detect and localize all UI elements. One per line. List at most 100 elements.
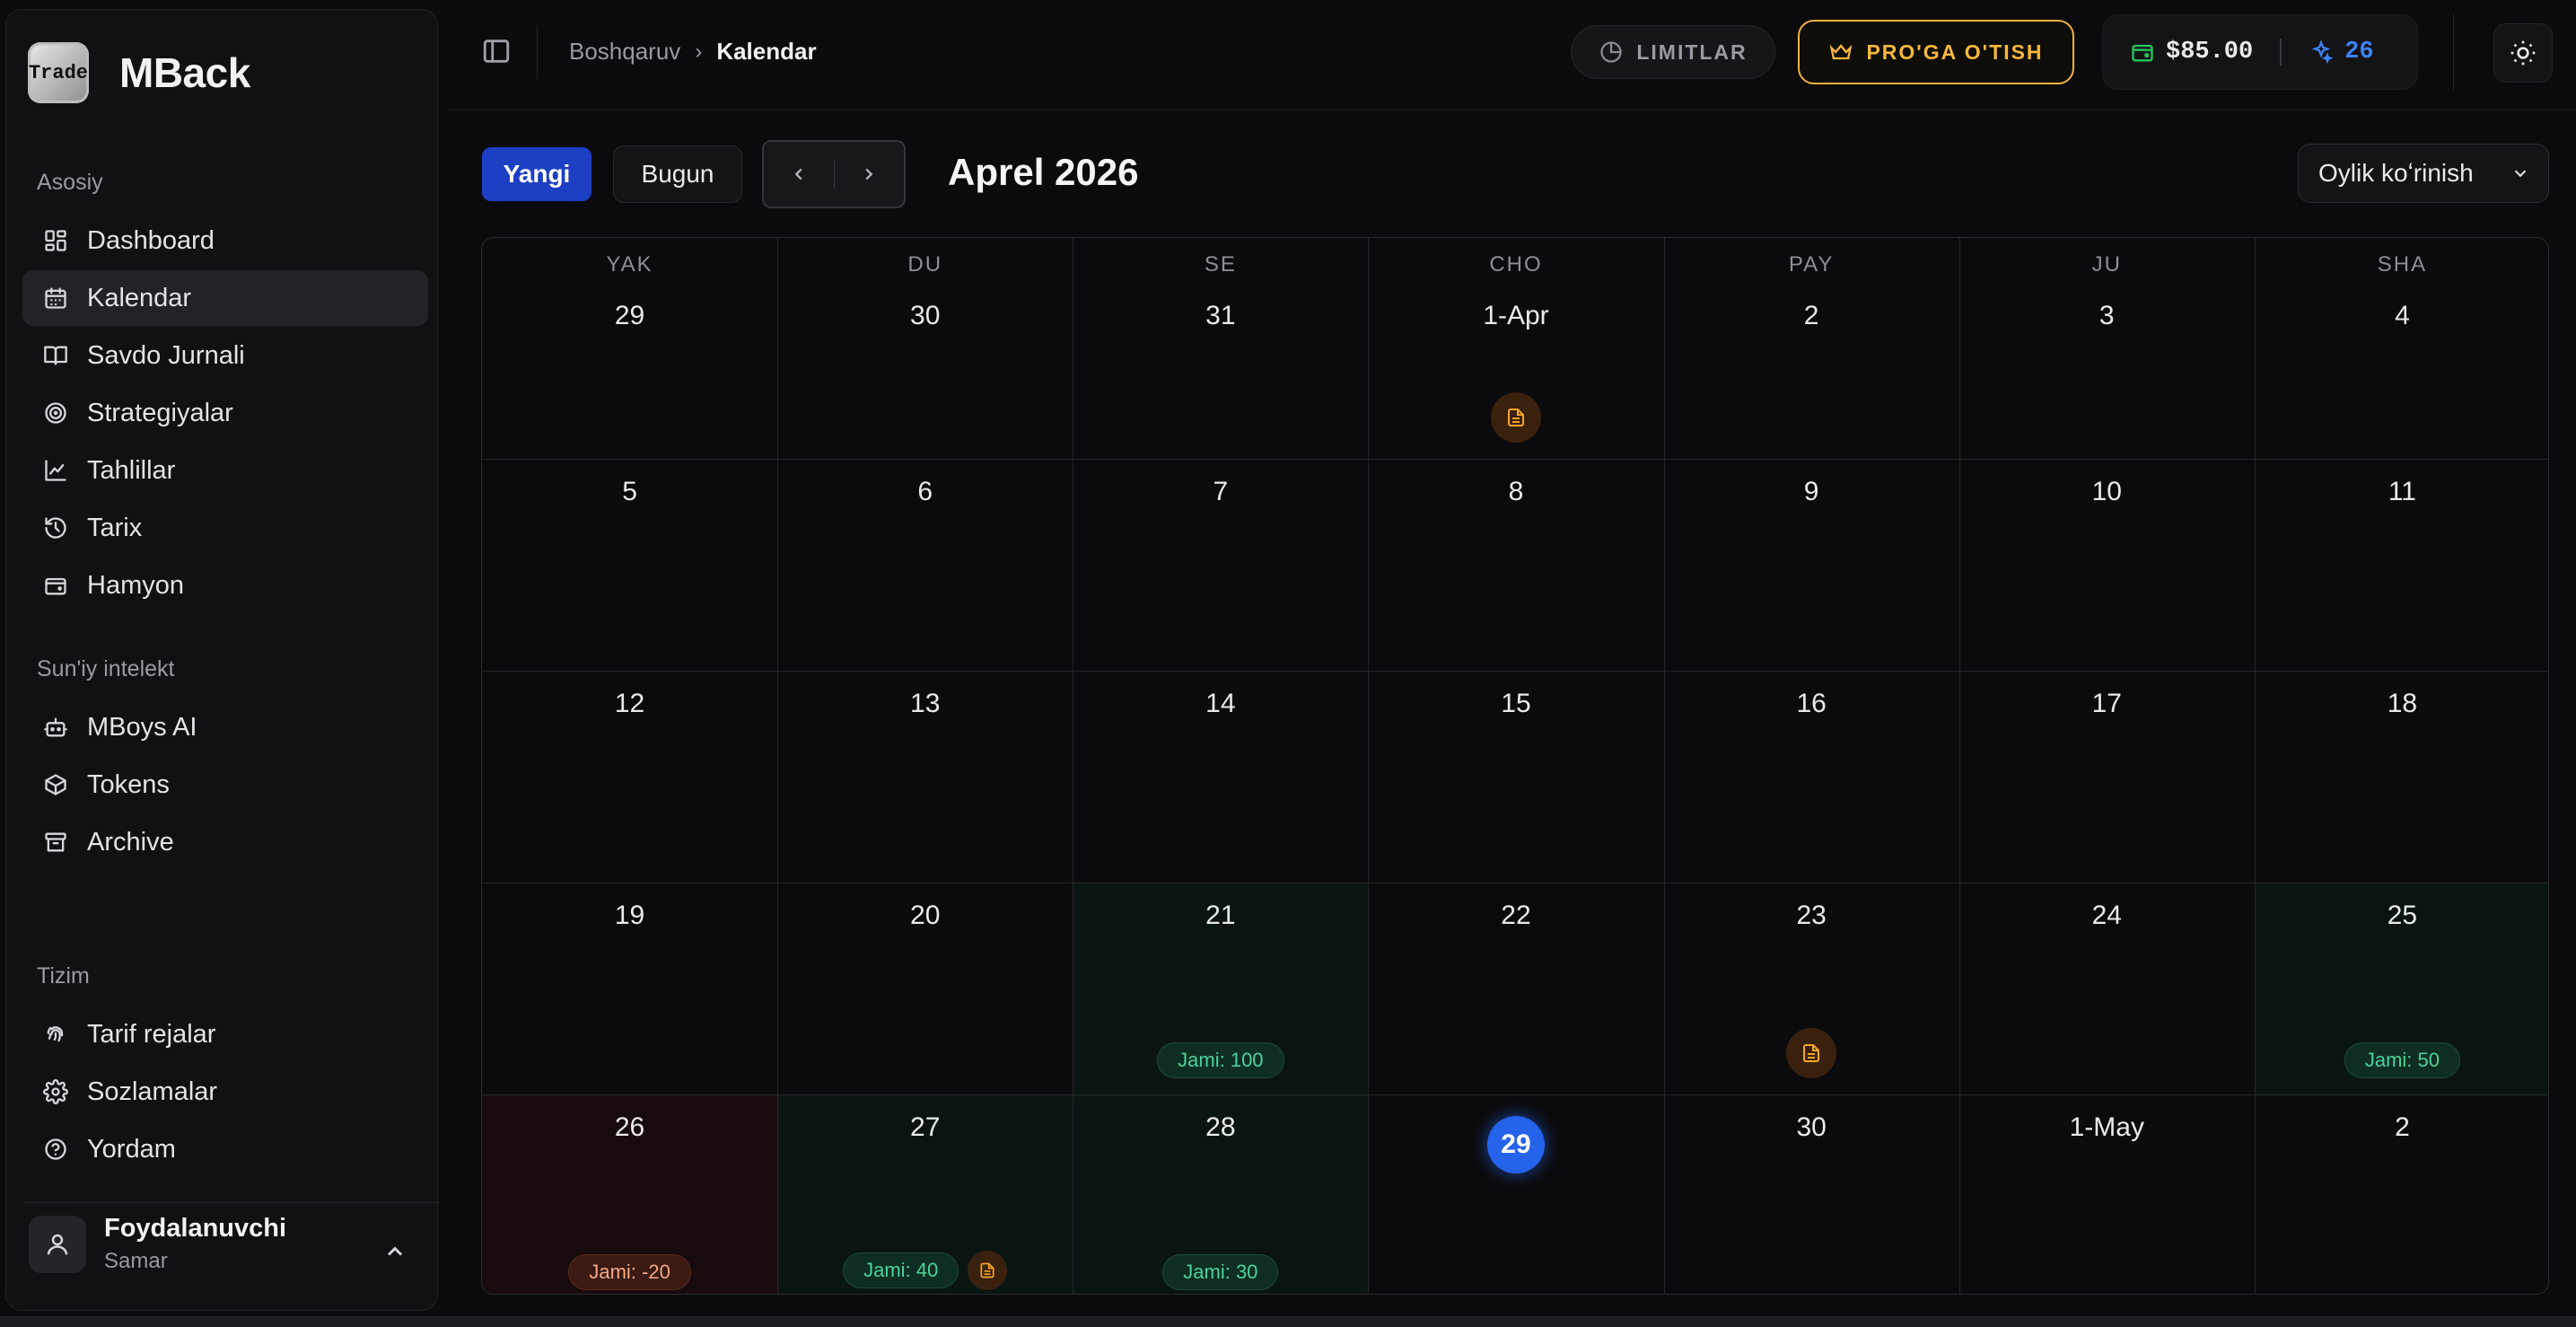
calendar-day-cell[interactable]: 6 [777, 459, 1073, 671]
sidebar-item-tarix[interactable]: Tarix [22, 500, 428, 556]
sidebar-item-label: Hamyon [87, 570, 184, 600]
user-name: Foydalanuvchi [104, 1214, 287, 1243]
upgrade-pro-button[interactable]: PRO'GA O'TISH [1798, 20, 2074, 84]
journal-note-icon[interactable] [1490, 392, 1541, 443]
sidebar: Trade MBack Asosiy Dashboard Kalendar Savdo… [5, 9, 441, 1311]
user-avatar-icon [29, 1215, 86, 1273]
grid-line [1368, 238, 1369, 1294]
calendar-grid: YAK DU SE CHO PAY JU SHA 29 30 31 1-Apr 2 3 4 5 6 7 8 9 10 1… [481, 237, 2549, 1295]
chevron-up-icon[interactable] [382, 1239, 407, 1269]
calendar-day-cell[interactable]: 30 [1664, 1094, 1959, 1294]
calendar-day-cell[interactable]: 20 [777, 883, 1073, 1094]
breadcrumb-parent[interactable]: Boshqaruv [569, 38, 680, 66]
calendar-day-cell[interactable]: 31 [1073, 238, 1368, 459]
calendar-day-cell[interactable]: 15 [1368, 671, 1663, 883]
sidebar-item-label: Strategiyalar [87, 398, 233, 427]
user-subtitle: Samar [104, 1249, 168, 1273]
daily-total-badge[interactable]: Jami: 40 [843, 1252, 959, 1288]
calendar-day-cell[interactable]: 5 [482, 459, 777, 671]
new-event-button[interactable]: Yangi [482, 147, 591, 201]
pro-label: PRO'GA O'TISH [1866, 40, 2044, 64]
calendar-day-cell[interactable]: 23 [1664, 883, 1959, 1094]
calendar-day-cell[interactable]: 4 [2255, 238, 2548, 459]
sidebar-item-tarif-rejalar[interactable]: Tarif rejalar [22, 1006, 428, 1062]
calendar-day-cell[interactable]: 30 [777, 238, 1073, 459]
sidebar-toggle-icon[interactable] [481, 36, 512, 71]
sidebar-item-savdo-jurnali[interactable]: Savdo Jurnali [22, 328, 428, 383]
sidebar-item-mboys-ai[interactable]: MBoys AI [22, 699, 428, 755]
daily-total-badge[interactable]: Jami: 30 [1162, 1254, 1279, 1290]
section-label: Sun'iy intelekt [37, 656, 175, 681]
calendar-day-cell[interactable]: 3 [1959, 238, 2255, 459]
journal-note-icon[interactable] [968, 1251, 1008, 1290]
sidebar-item-label: MBoys AI [87, 712, 197, 742]
view-select[interactable]: Oylik koʻrinish [2298, 144, 2549, 203]
logo: Trade [28, 42, 89, 103]
grid-line [1959, 238, 1960, 1294]
cell-footer: Jami: 50 [2255, 1042, 2548, 1078]
help-icon [42, 1136, 69, 1163]
calendar-day-cell[interactable]: 17 [1959, 671, 2255, 883]
limits-label: LIMITLAR [1636, 40, 1748, 64]
calendar-day-cell[interactable]: 22 [1368, 883, 1663, 1094]
day-number: 7 [1213, 477, 1229, 506]
sidebar-item-strategiyalar[interactable]: Strategiyalar [22, 385, 428, 441]
calendar-day-cell[interactable]: 26 Jami: -20 [482, 1094, 778, 1294]
day-number: 12 [614, 689, 645, 718]
calendar-day-cell[interactable]: 19 [482, 883, 777, 1094]
limits-button[interactable]: LIMITLAR [1571, 25, 1775, 79]
calendar-day-cell[interactable]: 14 [1073, 671, 1368, 883]
next-month-button[interactable] [835, 142, 905, 207]
calendar-day-cell[interactable]: 29 [1368, 1094, 1663, 1294]
sidebar-item-tahlillar[interactable]: Tahlillar [22, 443, 428, 498]
calendar-day-cell[interactable]: 25 Jami: 50 [2254, 883, 2548, 1094]
calendar-day-cell[interactable]: 12 [482, 671, 777, 883]
pie-chart-icon [1600, 41, 1623, 63]
calendar-day-cell[interactable]: 21 Jami: 100 [1073, 883, 1369, 1094]
sidebar-item-sozlamalar[interactable]: Sozlamalar [22, 1064, 428, 1120]
calendar-day-cell[interactable]: 18 [2255, 671, 2548, 883]
grid-line [2255, 238, 2256, 1294]
balance-box[interactable]: $85.00 26 [2102, 14, 2418, 90]
user-profile[interactable]: Foydalanuvchi Samar [29, 1214, 286, 1274]
sidebar-item-hamyon[interactable]: Hamyon [22, 558, 428, 613]
calendar-day-cell[interactable]: 11 [2255, 459, 2548, 671]
calendar-day-cell[interactable]: 1-May [1959, 1094, 2255, 1294]
daily-total-badge[interactable]: Jami: -20 [568, 1254, 691, 1290]
sidebar-item-archive[interactable]: Archive [22, 814, 428, 870]
calendar-day-cell[interactable]: 10 [1959, 459, 2255, 671]
calendar-day-cell[interactable]: 24 [1959, 883, 2255, 1094]
prev-month-button[interactable] [764, 142, 834, 207]
sidebar-item-label: Tokens [87, 769, 170, 799]
calendar-day-cell[interactable]: 8 [1368, 459, 1663, 671]
today-button[interactable]: Bugun [613, 145, 742, 203]
theme-toggle-button[interactable] [2493, 23, 2553, 83]
grid-line [777, 238, 778, 1294]
calendar-day-cell[interactable]: 13 [777, 671, 1073, 883]
brand[interactable]: Trade MBack [28, 42, 250, 103]
grid-icon [42, 227, 69, 254]
sidebar-item-yordam[interactable]: Yordam [22, 1121, 428, 1177]
daily-total-badge[interactable]: Jami: 100 [1157, 1042, 1284, 1078]
calendar-day-cell[interactable]: 16 [1664, 671, 1959, 883]
calendar-day-cell[interactable]: 2 [1664, 238, 1959, 459]
bot-icon [42, 714, 69, 741]
day-number: 2 [2395, 1112, 2410, 1142]
day-number: 25 [2387, 901, 2418, 930]
calendar-day-cell[interactable]: 27 Jami: 40 [777, 1094, 1073, 1294]
journal-note-icon[interactable] [1786, 1028, 1837, 1078]
breadcrumb-current: Kalendar [716, 38, 817, 65]
section-label: Tizim [37, 963, 90, 989]
calendar-day-cell[interactable]: 2 [2255, 1094, 2548, 1294]
calendar-day-cell[interactable]: 9 [1664, 459, 1959, 671]
sidebar-item-dashboard[interactable]: Dashboard [22, 213, 428, 268]
sidebar-item-tokens[interactable]: Tokens [22, 757, 428, 813]
daily-total-badge[interactable]: Jami: 50 [2344, 1042, 2460, 1078]
day-number: 8 [1508, 477, 1524, 506]
sidebar-item-kalendar[interactable]: Kalendar [22, 270, 428, 326]
cell-footer: Jami: -20 [482, 1254, 777, 1290]
calendar-day-cell[interactable]: 29 [482, 238, 777, 459]
calendar-day-cell[interactable]: 28 Jami: 30 [1073, 1094, 1369, 1294]
calendar-day-cell[interactable]: 7 [1073, 459, 1368, 671]
calendar-day-cell[interactable]: 1-Apr [1368, 238, 1663, 459]
